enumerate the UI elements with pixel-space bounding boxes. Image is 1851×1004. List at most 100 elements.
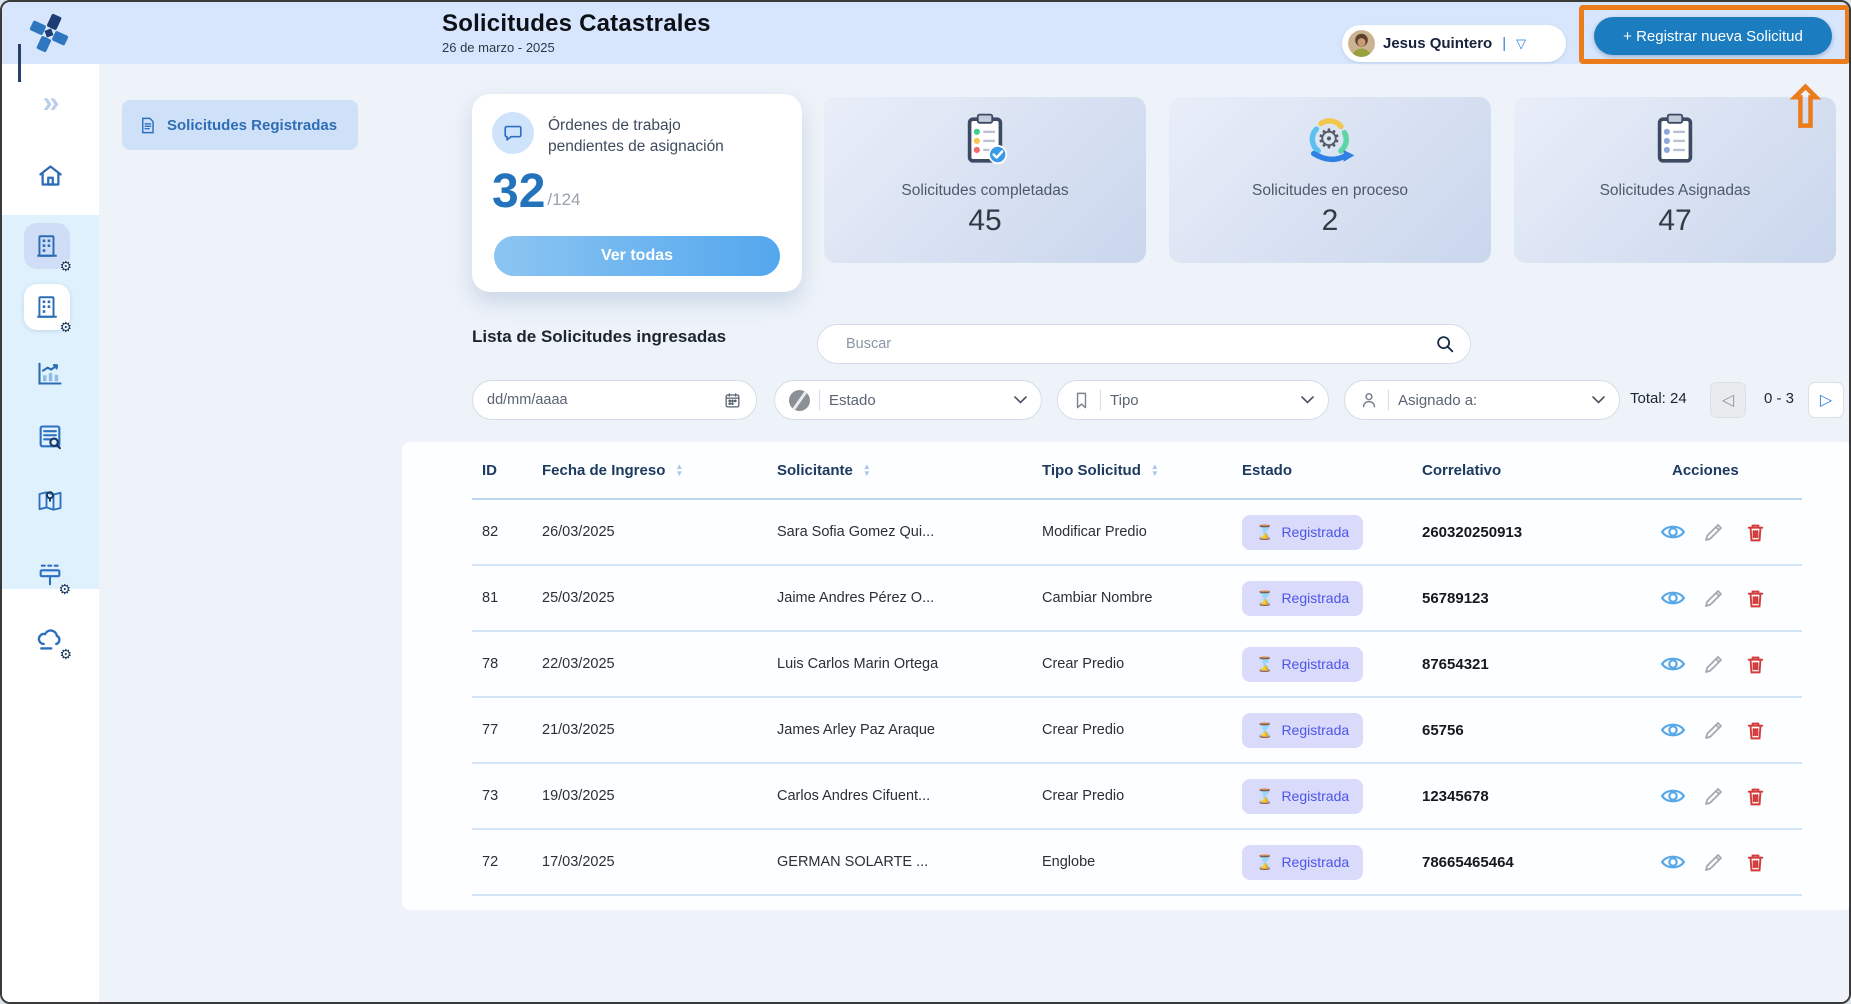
delete-button[interactable] bbox=[1742, 585, 1768, 611]
row-fecha: 25/03/2025 bbox=[542, 590, 777, 606]
status-badge-label: Registrada bbox=[1281, 656, 1349, 672]
row-correlativo: 56789123 bbox=[1422, 590, 1642, 607]
delete-button[interactable] bbox=[1742, 849, 1768, 875]
row-tipo: Crear Predio bbox=[1042, 722, 1234, 738]
stat-label: Solicitudes completadas bbox=[901, 182, 1068, 200]
date-input[interactable] bbox=[487, 392, 714, 408]
column-header-id: ID bbox=[472, 462, 542, 479]
row-actions bbox=[1642, 651, 1802, 677]
hourglass-icon: ⌛ bbox=[1256, 524, 1273, 541]
edit-button[interactable] bbox=[1701, 585, 1727, 611]
cloud-config-icon: ⚙ bbox=[30, 621, 70, 657]
gear-icon: ⚙ bbox=[59, 259, 72, 273]
stat-card-completed: Solicitudes completadas 45 bbox=[824, 97, 1146, 263]
sidebar-item-home[interactable] bbox=[32, 159, 68, 191]
row-fecha: 26/03/2025 bbox=[542, 524, 777, 540]
table-body: 82 26/03/2025 Sara Sofia Gomez Qui... Mo… bbox=[472, 500, 1802, 896]
hourglass-icon: ⌛ bbox=[1256, 722, 1273, 739]
status-badge: ⌛ Registrada bbox=[1242, 845, 1363, 880]
status-circle-icon bbox=[789, 390, 810, 411]
table-row: 82 26/03/2025 Sara Sofia Gomez Qui... Mo… bbox=[472, 500, 1802, 566]
user-menu[interactable]: Jesus Quintero | ▽ bbox=[1342, 25, 1566, 62]
pending-orders-count: 32 /124 bbox=[492, 168, 580, 216]
status-badge: ⌛ Registrada bbox=[1242, 581, 1363, 616]
sidebar-item-documents[interactable] bbox=[31, 421, 69, 453]
page-date: 26 de marzo - 2025 bbox=[442, 40, 711, 55]
column-header-solicitante[interactable]: Solicitante ▲▼ bbox=[777, 462, 1042, 479]
stat-card-in-process: ⚙ Solicitudes en proceso 2 bbox=[1169, 97, 1491, 263]
row-correlativo: 78665465464 bbox=[1422, 854, 1642, 871]
delete-button[interactable] bbox=[1742, 783, 1768, 809]
view-button[interactable] bbox=[1660, 585, 1686, 611]
delete-button[interactable] bbox=[1742, 717, 1768, 743]
row-id: 72 bbox=[472, 854, 542, 870]
edit-button[interactable] bbox=[1701, 849, 1727, 875]
toolbar-config-icon: ⚙ bbox=[31, 558, 69, 592]
chevron-down-icon bbox=[1301, 396, 1314, 404]
sidebar-item-predios-active[interactable]: ⚙ bbox=[24, 223, 70, 269]
row-tipo: Crear Predio bbox=[1042, 656, 1234, 672]
stat-card-assigned: Solicitudes Asignadas 47 bbox=[1514, 97, 1836, 263]
column-label: Acciones bbox=[1672, 462, 1739, 479]
column-label: Solicitante bbox=[777, 462, 853, 479]
column-header-correlativo: Correlativo bbox=[1422, 462, 1642, 479]
pagination-next-button[interactable]: ▷ bbox=[1808, 382, 1844, 418]
delete-button[interactable] bbox=[1742, 519, 1768, 545]
building-config-icon: ⚙ bbox=[24, 223, 70, 269]
edit-button[interactable] bbox=[1701, 519, 1727, 545]
row-solicitante: James Arley Paz Araque bbox=[777, 722, 1042, 738]
sidebar-item-predios-alt[interactable]: ⚙ bbox=[24, 284, 70, 330]
row-id: 78 bbox=[472, 656, 542, 672]
edit-button[interactable] bbox=[1701, 651, 1727, 677]
column-header-tipo[interactable]: Tipo Solicitud▲▼ bbox=[1042, 462, 1234, 479]
avatar bbox=[1348, 30, 1375, 57]
row-estado: ⌛ Registrada bbox=[1234, 515, 1422, 550]
search-input[interactable] bbox=[846, 336, 1434, 352]
row-fecha: 17/03/2025 bbox=[542, 854, 777, 870]
chevron-down-icon[interactable]: ▽ bbox=[1516, 36, 1526, 52]
view-button[interactable] bbox=[1660, 717, 1686, 743]
row-actions bbox=[1642, 585, 1802, 611]
calendar-icon[interactable] bbox=[723, 391, 742, 410]
sort-arrows-icon[interactable]: ▲▼ bbox=[863, 463, 871, 477]
sidebar-item-reports[interactable] bbox=[31, 357, 69, 389]
pending-count-value: 32 bbox=[492, 168, 545, 216]
register-new-request-button[interactable]: + Registrar nueva Solicitud bbox=[1594, 17, 1832, 55]
row-correlativo: 260320250913 bbox=[1422, 524, 1642, 541]
hourglass-icon: ⌛ bbox=[1256, 788, 1273, 805]
nav-item-solicitudes-registradas[interactable]: Solicitudes Registradas bbox=[122, 100, 358, 150]
sidebar-item-cloud-sync[interactable]: ⚙ bbox=[30, 621, 70, 657]
row-estado: ⌛ Registrada bbox=[1234, 779, 1422, 814]
filter-separator bbox=[1388, 390, 1389, 410]
row-fecha: 21/03/2025 bbox=[542, 722, 777, 738]
view-button[interactable] bbox=[1660, 849, 1686, 875]
stat-value: 45 bbox=[968, 204, 1001, 238]
view-button[interactable] bbox=[1660, 519, 1686, 545]
row-solicitante: Sara Sofia Gomez Qui... bbox=[777, 524, 1042, 540]
sort-arrows-icon[interactable]: ▲▼ bbox=[1151, 463, 1159, 477]
sidebar-expand-button[interactable]: » bbox=[24, 86, 76, 120]
tipo-filter-select[interactable]: Tipo bbox=[1057, 380, 1329, 420]
view-button[interactable] bbox=[1660, 651, 1686, 677]
search-icon[interactable] bbox=[1434, 333, 1456, 355]
edit-button[interactable] bbox=[1701, 783, 1727, 809]
asignado-filter-select[interactable]: Asignado a: bbox=[1344, 380, 1620, 420]
delete-button[interactable] bbox=[1742, 651, 1768, 677]
stat-label: Solicitudes Asignadas bbox=[1600, 182, 1751, 200]
caret-line bbox=[18, 44, 21, 82]
edit-button[interactable] bbox=[1701, 717, 1727, 743]
sort-arrows-icon[interactable]: ▲▼ bbox=[675, 463, 683, 477]
column-label: Fecha de Ingreso bbox=[542, 462, 665, 479]
search-box bbox=[817, 324, 1471, 364]
column-header-fecha[interactable]: Fecha de Ingreso ▲▼ bbox=[542, 462, 777, 479]
pagination-prev-button[interactable]: ◁ bbox=[1710, 382, 1746, 418]
row-solicitante: GERMAN SOLARTE ... bbox=[777, 854, 1042, 870]
pill-separator: | bbox=[1502, 35, 1506, 52]
sidebar-item-tools[interactable]: ⚙ bbox=[31, 558, 69, 592]
view-all-button[interactable]: Ver todas bbox=[494, 236, 780, 276]
estado-filter-select[interactable]: Estado bbox=[774, 380, 1042, 420]
column-label: ID bbox=[482, 462, 497, 479]
sidebar-item-map[interactable] bbox=[31, 485, 69, 517]
view-button[interactable] bbox=[1660, 783, 1686, 809]
document-icon bbox=[138, 116, 157, 135]
